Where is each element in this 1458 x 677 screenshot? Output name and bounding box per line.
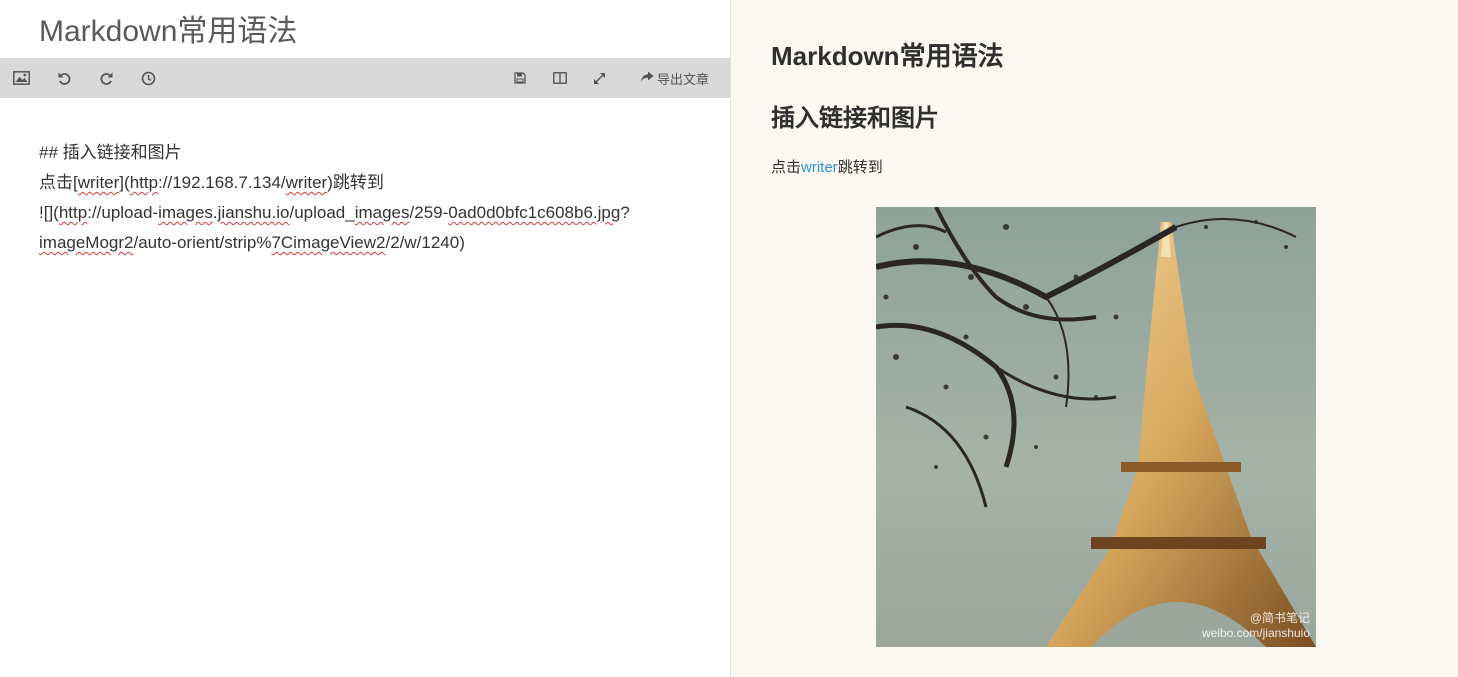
preview-paragraph: 点击writer跳转到	[771, 155, 883, 181]
fullscreen-button[interactable]	[593, 68, 606, 88]
split-view-button[interactable]	[553, 68, 567, 88]
image-watermark: @简书笔记 weibo.com/jianshuio	[1202, 611, 1310, 641]
export-article-label: 导出文章	[657, 71, 710, 87]
markdown-editor-textarea[interactable]: ## 插入链接和图片 点击[writer](http://192.168.7.1…	[39, 138, 699, 258]
editor-toolbar: 导出文章	[0, 58, 730, 98]
image-icon	[13, 71, 30, 85]
preview-image-eiffel-tower: @简书笔记 weibo.com/jianshuio	[876, 207, 1316, 647]
preview-heading-1: Markdown常用语法	[771, 41, 1004, 71]
fullscreen-icon	[593, 72, 606, 85]
insert-image-button[interactable]	[13, 68, 30, 88]
editor-line: ## 插入链接和图片	[39, 143, 182, 162]
undo-button[interactable]	[57, 68, 72, 88]
redo-button[interactable]	[99, 68, 114, 88]
save-icon	[514, 72, 526, 84]
writer-link[interactable]: writer	[801, 159, 838, 176]
history-button[interactable]	[141, 68, 156, 88]
document-title-input[interactable]: Markdown常用语法	[39, 12, 297, 52]
editor-pane: Markdown常用语法 导出文章 ## 插入链接和图片 点击[writer](…	[0, 0, 731, 677]
editor-line: imageMogr2/auto-orient/strip%7CimageView…	[39, 233, 465, 252]
editor-line: ![](http://upload-images.jianshu.io/uplo…	[39, 203, 630, 222]
preview-heading-2: 插入链接和图片	[771, 105, 939, 132]
preview-pane: Markdown常用语法 插入链接和图片 点击writer跳转到 @简书笔记 w…	[731, 0, 1458, 677]
watermark-line: weibo.com/jianshuio	[1201, 626, 1310, 640]
redo-icon	[99, 71, 114, 86]
paragraph-prefix: 点击	[771, 159, 802, 176]
export-article-button[interactable]: 导出文章	[640, 68, 709, 88]
split-view-icon	[553, 72, 567, 84]
editor-line: 点击[writer](http://192.168.7.134/writer)跳…	[39, 173, 384, 192]
undo-icon	[57, 71, 72, 86]
save-button[interactable]	[514, 68, 526, 88]
watermark-line: @简书笔记	[1249, 611, 1310, 625]
share-icon	[640, 71, 654, 86]
history-icon	[141, 71, 156, 86]
paragraph-suffix: 跳转到	[837, 159, 883, 176]
